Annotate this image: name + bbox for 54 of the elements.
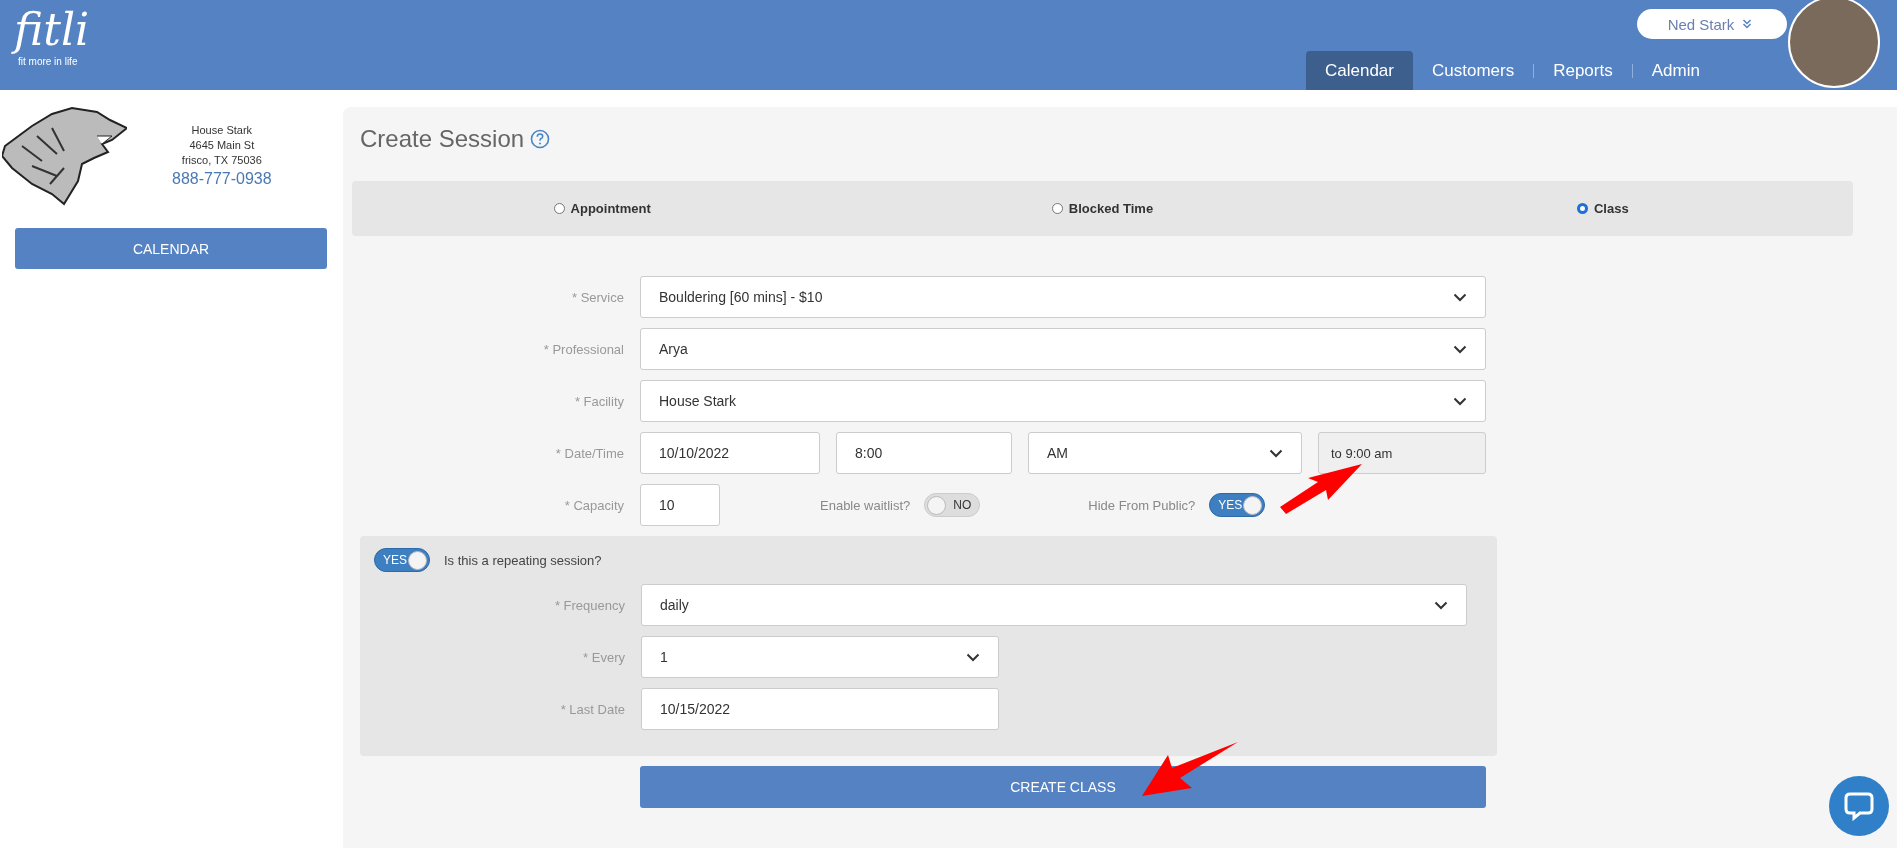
toggle-label: Enable waitlist? [820,497,911,513]
toggle-switch[interactable]: YES [1209,493,1266,517]
chevron-down-icon [1453,344,1467,354]
chat-icon [1844,791,1874,821]
radio-icon[interactable] [553,203,565,214]
field-label: * Frequency [553,597,626,613]
nav-tab[interactable]: Admin [1632,51,1719,90]
phone-link[interactable]: 888-777-0938 [172,167,272,190]
toggle-label: Is this a repeating session? [444,552,602,568]
chevron-down-icon [1453,396,1467,406]
field-label: * Every [582,649,626,665]
select-field[interactable]: Bouldering [60 mins] - $10 [640,276,1486,318]
business-city: frisco, TX 75036 [181,152,262,168]
toggle-label: Hide From Public? [1088,497,1196,513]
help-icon[interactable] [530,129,551,149]
business-name: House Stark [191,122,253,138]
select-field[interactable]: Arya [640,328,1486,370]
input-field[interactable]: 10/15/2022 [641,688,999,730]
end-time-field: to 9:00 am [1318,432,1486,474]
page-title: Create Session [360,125,525,153]
radio-icon[interactable] [1051,203,1063,214]
nav-tab[interactable]: Calendar [1306,51,1413,90]
calendar-button[interactable]: CALENDAR [15,228,327,269]
field-label: * Date/Time [554,445,625,461]
select-field[interactable]: House Stark [640,380,1486,422]
avatar-photo-placeholder[interactable] [1788,0,1880,88]
session-type-radio[interactable]: Appointment [352,201,853,216]
toggle-switch[interactable]: NO [924,493,981,517]
create-class-button[interactable]: CREATE CLASS [640,766,1486,808]
chevron-down-icon [1453,292,1467,302]
nav-tab[interactable]: Reports [1534,51,1632,90]
double-chevron-icon [1742,19,1753,29]
session-type-radio[interactable]: Class [1352,201,1853,216]
time-field[interactable]: 8:00 [836,432,1012,474]
field-label: * Service [570,289,625,305]
chevron-down-icon [1269,448,1283,458]
user-menu[interactable]: Ned Stark [1637,9,1787,39]
chevron-down-icon [1434,600,1448,610]
radio-icon[interactable] [1576,203,1588,214]
field-label: * Professional [542,341,625,357]
logo-tagline: fit more in life [18,56,78,67]
field-label: * Facility [573,393,625,409]
chevron-down-icon [966,652,980,662]
select-field[interactable]: daily [641,584,1467,626]
select-field[interactable]: AM [1028,432,1302,474]
nav-tab[interactable]: Customers [1413,51,1534,90]
date-field[interactable]: 10/10/2022 [640,432,820,474]
field-label: * Capacity [563,497,625,513]
capacity-field[interactable]: 10 [640,484,720,526]
session-type-radio[interactable]: Blocked Time [852,201,1353,216]
select-field[interactable]: 1 [641,636,999,678]
toggle-switch[interactable]: YES [374,548,430,572]
business-address: 4645 Main St [189,137,255,153]
field-label: * Last Date [559,701,626,717]
